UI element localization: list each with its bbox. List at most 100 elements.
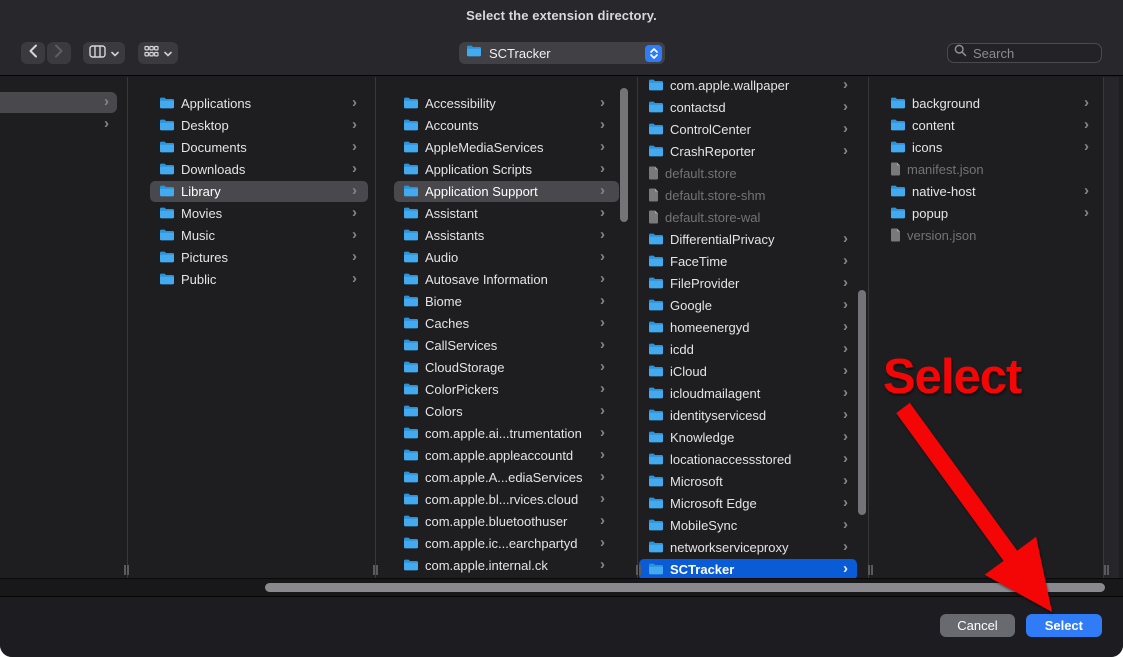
- file-item-autosave-information[interactable]: Autosave Information›: [376, 268, 637, 290]
- file-item-colorpickers[interactable]: ColorPickers›: [376, 378, 637, 400]
- file-item-differentialprivacy[interactable]: DifferentialPrivacy›: [638, 228, 868, 250]
- file-item-sctracker[interactable]: SCTracker›: [638, 558, 868, 578]
- search-field[interactable]: [947, 43, 1102, 63]
- forward-button[interactable]: [47, 42, 71, 64]
- column-resize-handle[interactable]: [868, 565, 873, 575]
- chevron-right-icon: ›: [843, 561, 848, 576]
- file-item-pictures[interactable]: Pictures›: [128, 246, 375, 268]
- back-button[interactable]: [21, 42, 45, 64]
- file-item-applemediaservices[interactable]: AppleMediaServices›: [376, 136, 637, 158]
- file-item-locationaccessstored[interactable]: locationaccessstored›: [638, 448, 868, 470]
- cancel-button[interactable]: Cancel: [940, 614, 1014, 637]
- file-item[interactable]: ›: [0, 91, 127, 113]
- file-item-com-apple-ic-earchpartyd[interactable]: com.apple.ic...earchpartyd›: [376, 532, 637, 554]
- folder-icon: [648, 541, 664, 553]
- file-item-public[interactable]: Public›: [128, 268, 375, 290]
- file-item-identityservicesd[interactable]: identityservicesd›: [638, 404, 868, 426]
- file-item-facetime[interactable]: FaceTime›: [638, 250, 868, 272]
- file-item-label: MobileSync: [670, 518, 737, 533]
- file-item-com-apple-a-ediaservices[interactable]: com.apple.A...ediaServices›: [376, 466, 637, 488]
- file-item-accessibility[interactable]: Accessibility›: [376, 92, 637, 114]
- file-item-label: Desktop: [181, 118, 229, 133]
- file-item-label: Google: [670, 298, 712, 313]
- file-item-callservices[interactable]: CallServices›: [376, 334, 637, 356]
- folder-icon: [648, 277, 664, 289]
- file-item-icloudmailagent[interactable]: icloudmailagent›: [638, 382, 868, 404]
- folder-icon: [403, 273, 419, 285]
- select-button[interactable]: Select: [1026, 614, 1102, 637]
- view-mode-button[interactable]: [83, 42, 125, 64]
- column-resize-handle[interactable]: [373, 565, 378, 575]
- file-item-applications[interactable]: Applications›: [128, 92, 375, 114]
- file-item-colors[interactable]: Colors›: [376, 400, 637, 422]
- file-item-default-store-wal[interactable]: default.store-wal: [638, 206, 868, 228]
- file-item-popup[interactable]: popup›: [869, 202, 1103, 224]
- folder-icon: [159, 119, 175, 131]
- file-item-com-apple-appleaccountd[interactable]: com.apple.appleaccountd›: [376, 444, 637, 466]
- horizontal-scrollbar[interactable]: [0, 578, 1123, 597]
- file-item-music[interactable]: Music›: [128, 224, 375, 246]
- chevron-right-icon: ›: [600, 403, 605, 418]
- file-item-downloads[interactable]: Downloads›: [128, 158, 375, 180]
- folder-icon: [403, 493, 419, 505]
- location-popup-button[interactable]: SCTracker: [459, 42, 665, 64]
- file-item-application-scripts[interactable]: Application Scripts›: [376, 158, 637, 180]
- file-item-google[interactable]: Google ›: [638, 294, 868, 316]
- file-item-icons[interactable]: icons›: [869, 136, 1103, 158]
- file-item-microsoft-edge[interactable]: Microsoft Edge›: [638, 492, 868, 514]
- file-item-version-json[interactable]: version.json: [869, 224, 1103, 246]
- file-item-fileprovider[interactable]: FileProvider›: [638, 272, 868, 294]
- file-item-microsoft[interactable]: Microsoft›: [638, 470, 868, 492]
- column-resize-handle[interactable]: [1104, 565, 1109, 575]
- horizontal-scrollbar-thumb[interactable]: [265, 583, 1105, 592]
- vertical-scrollbar-thumb[interactable]: [858, 290, 866, 515]
- file-item-contactsd[interactable]: contactsd›: [638, 96, 868, 118]
- file-item-mobilesync[interactable]: MobileSync›: [638, 514, 868, 536]
- file-item-knowledge[interactable]: Knowledge›: [638, 426, 868, 448]
- file-item-application-support[interactable]: Application Support›: [376, 180, 637, 202]
- file-item-background[interactable]: background›: [869, 92, 1103, 114]
- group-by-button[interactable]: [138, 42, 178, 64]
- file-item-audio[interactable]: Audio›: [376, 246, 637, 268]
- file-item-accounts[interactable]: Accounts›: [376, 114, 637, 136]
- file-item-native-host[interactable]: native-host›: [869, 180, 1103, 202]
- file-item-com-apple-wallpaper[interactable]: com.apple.wallpaper›: [638, 77, 868, 96]
- folder-icon: [648, 387, 664, 399]
- file-item-assistant[interactable]: Assistant›: [376, 202, 637, 224]
- file-item-documents[interactable]: Documents›: [128, 136, 375, 158]
- file-item-default-store[interactable]: default.store: [638, 162, 868, 184]
- file-item-manifest-json[interactable]: manifest.json: [869, 158, 1103, 180]
- file-item-library[interactable]: Library›: [128, 180, 375, 202]
- file-item-desktop[interactable]: Desktop›: [128, 114, 375, 136]
- file-item-caches[interactable]: Caches›: [376, 312, 637, 334]
- vertical-scrollbar-thumb[interactable]: [620, 88, 628, 222]
- file-item-controlcenter[interactable]: ControlCenter›: [638, 118, 868, 140]
- file-item-label: AppleMediaServices: [425, 140, 544, 155]
- file-item-assistants[interactable]: Assistants›: [376, 224, 637, 246]
- file-item-biome[interactable]: Biome›: [376, 290, 637, 312]
- folder-icon: [403, 317, 419, 329]
- file-item-icdd[interactable]: icdd›: [638, 338, 868, 360]
- file-item-movies[interactable]: Movies›: [128, 202, 375, 224]
- column-resize-handle[interactable]: [124, 565, 129, 575]
- folder-icon: [159, 251, 175, 263]
- file-item-homeenergyd[interactable]: homeenergyd›: [638, 316, 868, 338]
- folder-icon: [403, 185, 419, 197]
- file-item-com-apple-ai-trumentation[interactable]: com.apple.ai...trumentation›: [376, 422, 637, 444]
- file-item-cloudstorage[interactable]: CloudStorage›: [376, 356, 637, 378]
- file-item[interactable]: ›: [0, 113, 127, 135]
- chevron-right-icon: ›: [843, 297, 848, 312]
- file-item-icloud[interactable]: iCloud›: [638, 360, 868, 382]
- file-picker-dialog: Select the extension directory. SCTracke…: [0, 0, 1123, 657]
- file-item-com-apple-bluetoothuser[interactable]: com.apple.bluetoothuser›: [376, 510, 637, 532]
- file-item-crashreporter[interactable]: CrashReporter›: [638, 140, 868, 162]
- search-input[interactable]: [971, 45, 1095, 62]
- file-item-content[interactable]: content›: [869, 114, 1103, 136]
- file-item-default-store-shm[interactable]: default.store-shm: [638, 184, 868, 206]
- file-item-label: com.apple.bluetoothuser: [425, 514, 567, 529]
- file-item-networkserviceproxy[interactable]: networkserviceproxy›: [638, 536, 868, 558]
- file-item-com-apple-bl-rvices-cloud[interactable]: com.apple.bl...rvices.cloud›: [376, 488, 637, 510]
- file-item-com-apple-internal-ck[interactable]: com.apple.internal.ck›: [376, 554, 637, 576]
- folder-icon: [403, 119, 419, 131]
- column-resize-handle[interactable]: [636, 565, 641, 575]
